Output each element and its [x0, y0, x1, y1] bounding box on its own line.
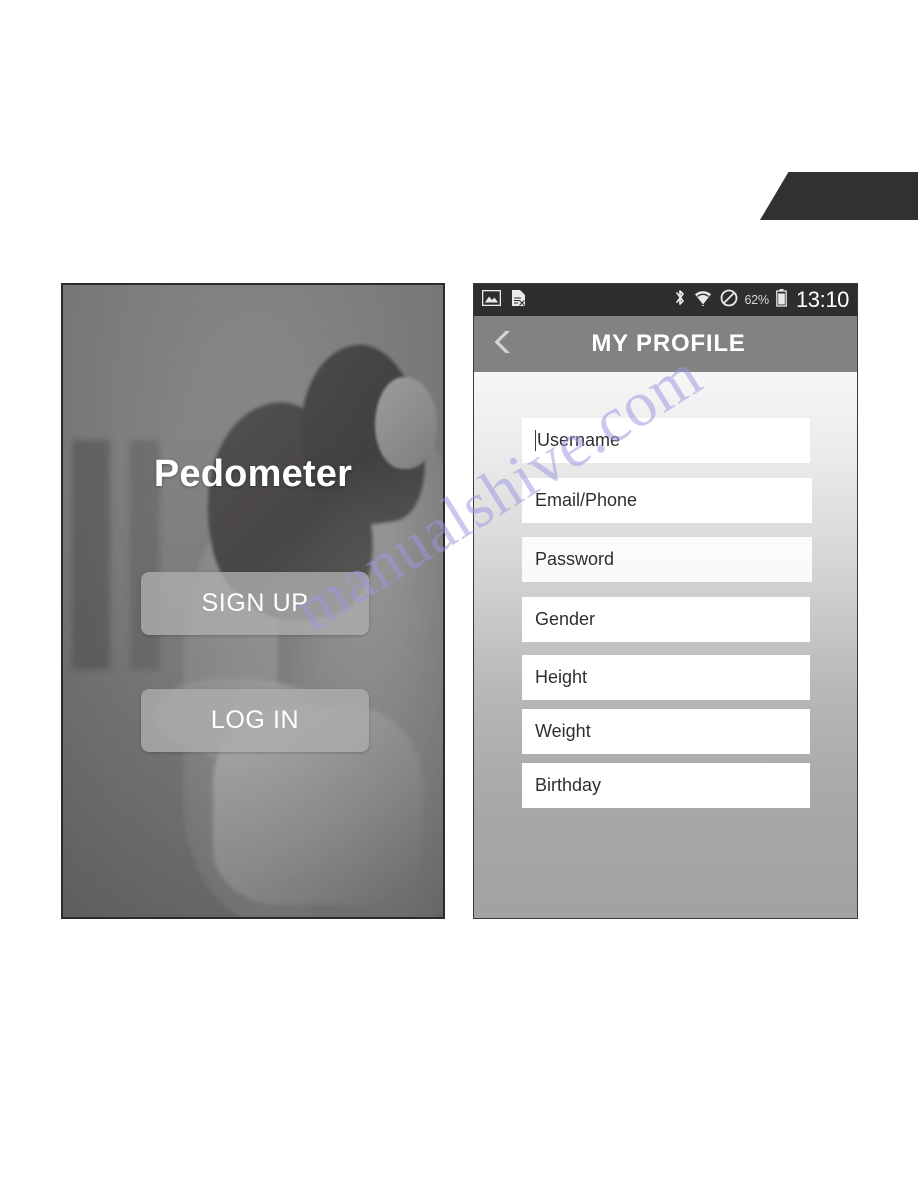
profile-form: Username Email/Phone Password Gender Hei…: [474, 372, 857, 918]
profile-screen-panel: 62% 13:10 MY PROFILE Username Email/Phon…: [473, 283, 858, 919]
chevron-left-icon: [491, 329, 515, 360]
battery-icon: [776, 288, 787, 312]
android-status-bar: 62% 13:10: [474, 284, 857, 316]
weight-field[interactable]: Weight: [522, 709, 810, 754]
gender-field[interactable]: Gender: [522, 597, 810, 642]
birthday-field-label: Birthday: [535, 775, 602, 795]
username-field[interactable]: Username: [522, 418, 810, 463]
height-field[interactable]: Height: [522, 655, 810, 700]
password-field[interactable]: Password: [522, 537, 812, 582]
wifi-icon: [693, 289, 713, 311]
sim-card-removed-icon: [510, 289, 527, 312]
username-field-label: Username: [537, 430, 621, 450]
email-phone-field-label: Email/Phone: [535, 490, 638, 510]
splash-signup-button[interactable]: SIGN UP: [141, 572, 369, 635]
password-field-label: Password: [535, 549, 615, 569]
birthday-field[interactable]: Birthday: [522, 763, 810, 808]
page-title: MY PROFILE: [591, 330, 746, 357]
weight-field-label: Weight: [535, 721, 591, 741]
app-title: Pedometer: [153, 453, 353, 495]
app-title-bar: MY PROFILE: [474, 316, 857, 372]
splash-screen-panel: Pedometer SIGN UP LOG IN: [61, 283, 445, 919]
text-caret: [535, 430, 536, 451]
height-field-label: Height: [535, 667, 588, 687]
corner-decoration: [760, 172, 918, 220]
email-phone-field[interactable]: Email/Phone: [522, 478, 812, 523]
do-not-disturb-icon: [720, 289, 738, 312]
bluetooth-icon: [674, 288, 686, 312]
battery-percent-label: 62%: [744, 293, 770, 307]
back-button[interactable]: [474, 316, 532, 372]
status-clock: 13:10: [795, 287, 849, 312]
gender-field-label: Gender: [535, 609, 596, 629]
image-icon: [481, 289, 502, 311]
splash-login-button[interactable]: LOG IN: [141, 689, 369, 752]
